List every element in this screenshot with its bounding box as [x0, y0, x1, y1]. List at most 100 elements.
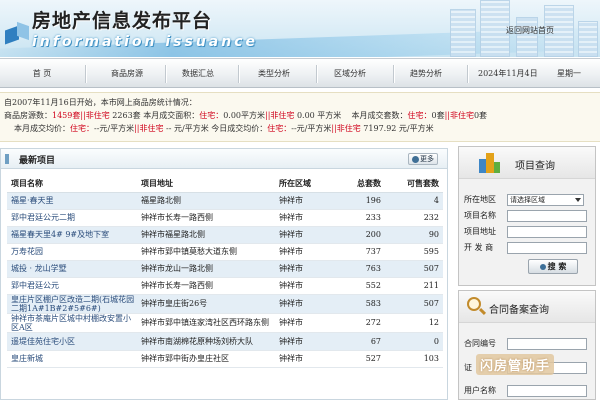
project-address: 钟祥市长寿一路西侧 — [137, 277, 275, 295]
project-available-units: 103 — [385, 350, 443, 368]
project-region: 钟祥市 — [275, 294, 337, 314]
project-total-units: 196 — [337, 192, 385, 210]
site-subtitle: information issuance — [32, 34, 259, 50]
project-available-units: 595 — [385, 243, 443, 261]
project-address: 钟祥市皇庄街26号 — [137, 294, 275, 314]
project-region: 钟祥市 — [275, 192, 337, 210]
latest-projects-panel: 最新项目 更多 项目名称 项目地址 所在区域 总套数 可售套数 福星·春天里 福… — [0, 148, 448, 400]
project-name-link[interactable]: 皇庄新城 — [7, 350, 137, 368]
project-address: 钟祥市福星路北侧 — [137, 226, 275, 244]
project-available-units: 232 — [385, 209, 443, 227]
username-input[interactable] — [507, 385, 587, 397]
project-name-link[interactable]: 钟祥市茶庵片区城中村棚改安置小区A区 — [7, 313, 137, 333]
nav-item-type-analysis[interactable]: 类型分析 — [244, 59, 304, 89]
nav-item-region-analysis[interactable]: 区域分析 — [320, 59, 380, 89]
table-row[interactable]: 万寿花园 钟祥市郢中镇莫愁大道东侧 钟祥市 737 595 — [7, 243, 443, 261]
stats-intro: 自2007年11月16日开始，本市网上商品房统计情况： — [4, 98, 197, 107]
project-name-link[interactable]: 皇庄片区棚户区改造二期(石城花园二期1A#1B#2#5#6#) — [7, 294, 137, 314]
search-button-label: 搜 索 — [547, 261, 567, 271]
developer-input[interactable] — [507, 242, 587, 254]
project-region: 钟祥市 — [275, 243, 337, 261]
stats-strip: 自2007年11月16日开始，本市网上商品房统计情况： 商品房源数：1459套|… — [0, 92, 600, 142]
project-region: 钟祥市 — [275, 277, 337, 295]
project-name-link[interactable]: 福星春天里4# 9#及地下室 — [7, 226, 137, 244]
nav-date: 2024年11月4日 — [478, 69, 538, 78]
project-region: 钟祥市 — [275, 209, 337, 227]
project-region: 钟祥市 — [275, 260, 337, 278]
section-marker-icon — [5, 154, 9, 164]
project-name-input[interactable] — [507, 210, 587, 222]
nav-divider — [238, 65, 239, 83]
project-available-units: 507 — [385, 294, 443, 314]
area-select[interactable]: 请选择区域 — [507, 194, 584, 206]
chevron-down-icon — [575, 198, 581, 202]
table-row[interactable]: 遥堤佳苑住宅小区 钟祥市南湖棉花原种场刘桥大队 钟祥市 67 0 — [7, 332, 443, 351]
table-row[interactable]: 福星·春天里 福星路北侧 钟祥市 196 4 — [7, 192, 443, 210]
project-address: 钟祥市郢中镇连家湾社区西环路东侧 — [137, 313, 275, 333]
site-header: 房地产信息发布平台 information issuance 返回网站首页 — [0, 0, 600, 57]
watermark-overlay: 闪房管助手 — [476, 354, 555, 375]
project-available-units: 0 — [385, 332, 443, 351]
table-row[interactable]: 钟祥市茶庵片区城中村棚改安置小区A区 钟祥市郢中镇连家湾社区西环路东侧 钟祥市 … — [7, 313, 443, 333]
project-name-link[interactable]: 万寿花园 — [7, 243, 137, 261]
table-row[interactable]: 郢中君廷公元 钟祥市长寿一路西侧 钟祥市 552 211 — [7, 277, 443, 295]
project-total-units: 527 — [337, 350, 385, 368]
project-address: 钟祥市龙山一路北侧 — [137, 260, 275, 278]
project-total-units: 200 — [337, 226, 385, 244]
project-total-units: 67 — [337, 332, 385, 351]
latest-projects-header: 最新项目 更多 — [1, 149, 447, 169]
project-available-units: 90 — [385, 226, 443, 244]
nav-item-home[interactable]: 首 页 — [12, 59, 72, 89]
project-region: 钟祥市 — [275, 350, 337, 368]
contract-search-title: 合同备案查询 — [489, 305, 549, 316]
more-dot-icon — [412, 156, 419, 163]
stats-row-prices: 本月成交均价：住宅：--元/平方米||非住宅 -- 元/平方米 今日成交均价：住… — [14, 124, 434, 133]
cert-label: 证 — [464, 363, 472, 372]
project-total-units: 272 — [337, 313, 385, 333]
nav-item-trend-analysis[interactable]: 趋势分析 — [396, 59, 456, 89]
column-header-total: 总套数 — [337, 175, 385, 193]
project-name-link[interactable]: 遥堤佳苑住宅小区 — [7, 332, 137, 351]
table-row[interactable]: 皇庄新城 钟祥市郢中街办皇庄社区 钟祥市 527 103 — [7, 350, 443, 368]
project-region: 钟祥市 — [275, 332, 337, 351]
table-row[interactable]: 城投 · 龙山学墅 钟祥市龙山一路北侧 钟祥市 763 507 — [7, 260, 443, 278]
project-name-link[interactable]: 郢中君廷公元二期 — [7, 209, 137, 227]
project-name-link[interactable]: 福星·春天里 — [7, 192, 137, 210]
project-address: 钟祥市长寿一路西侧 — [137, 209, 275, 227]
more-button[interactable]: 更多 — [408, 153, 438, 165]
nav-weekday: 星期一 — [557, 69, 581, 78]
area-label: 所在地区 — [464, 195, 496, 204]
nav-divider — [316, 65, 317, 83]
table-row[interactable]: 皇庄片区棚户区改造二期(石城花园二期1A#1B#2#5#6#) 钟祥市皇庄街26… — [7, 294, 443, 314]
nav-item-summary[interactable]: 数据汇总 — [168, 59, 228, 89]
contract-no-input[interactable] — [507, 338, 587, 350]
column-header-region: 所在区域 — [275, 175, 337, 193]
project-available-units: 211 — [385, 277, 443, 295]
nav-item-listings[interactable]: 商品房源 — [92, 59, 162, 89]
project-address: 福星路北侧 — [137, 192, 275, 210]
magnifier-icon — [467, 297, 481, 311]
project-name-link[interactable]: 郢中君廷公元 — [7, 277, 137, 295]
nav-divider — [165, 65, 166, 83]
project-address-input[interactable] — [507, 226, 587, 238]
nav-divider — [467, 65, 468, 83]
return-home-link[interactable]: 返回网站首页 — [506, 25, 554, 36]
project-name-link[interactable]: 城投 · 龙山学墅 — [7, 260, 137, 278]
table-row[interactable]: 福星春天里4# 9#及地下室 钟祥市福星路北侧 钟祥市 200 90 — [7, 226, 443, 244]
contract-no-label: 合同编号 — [464, 339, 496, 348]
buildings-icon — [479, 153, 500, 173]
latest-projects-title: 最新项目 — [19, 156, 56, 166]
project-search-title: 项目查询 — [515, 161, 555, 172]
project-available-units: 4 — [385, 192, 443, 210]
project-total-units: 552 — [337, 277, 385, 295]
project-total-units: 737 — [337, 243, 385, 261]
nav-divider — [393, 65, 394, 83]
project-address-label: 项目地址 — [464, 227, 496, 236]
column-header-address: 项目地址 — [137, 175, 275, 193]
username-label: 用户名称 — [464, 386, 496, 395]
project-address: 钟祥市郢中街办皇庄社区 — [137, 350, 275, 368]
project-address: 钟祥市郢中镇莫愁大道东侧 — [137, 243, 275, 261]
search-button[interactable]: 搜 索 — [528, 259, 578, 274]
project-available-units: 507 — [385, 260, 443, 278]
table-row[interactable]: 郢中君廷公元二期 钟祥市长寿一路西侧 钟祥市 233 232 — [7, 209, 443, 227]
